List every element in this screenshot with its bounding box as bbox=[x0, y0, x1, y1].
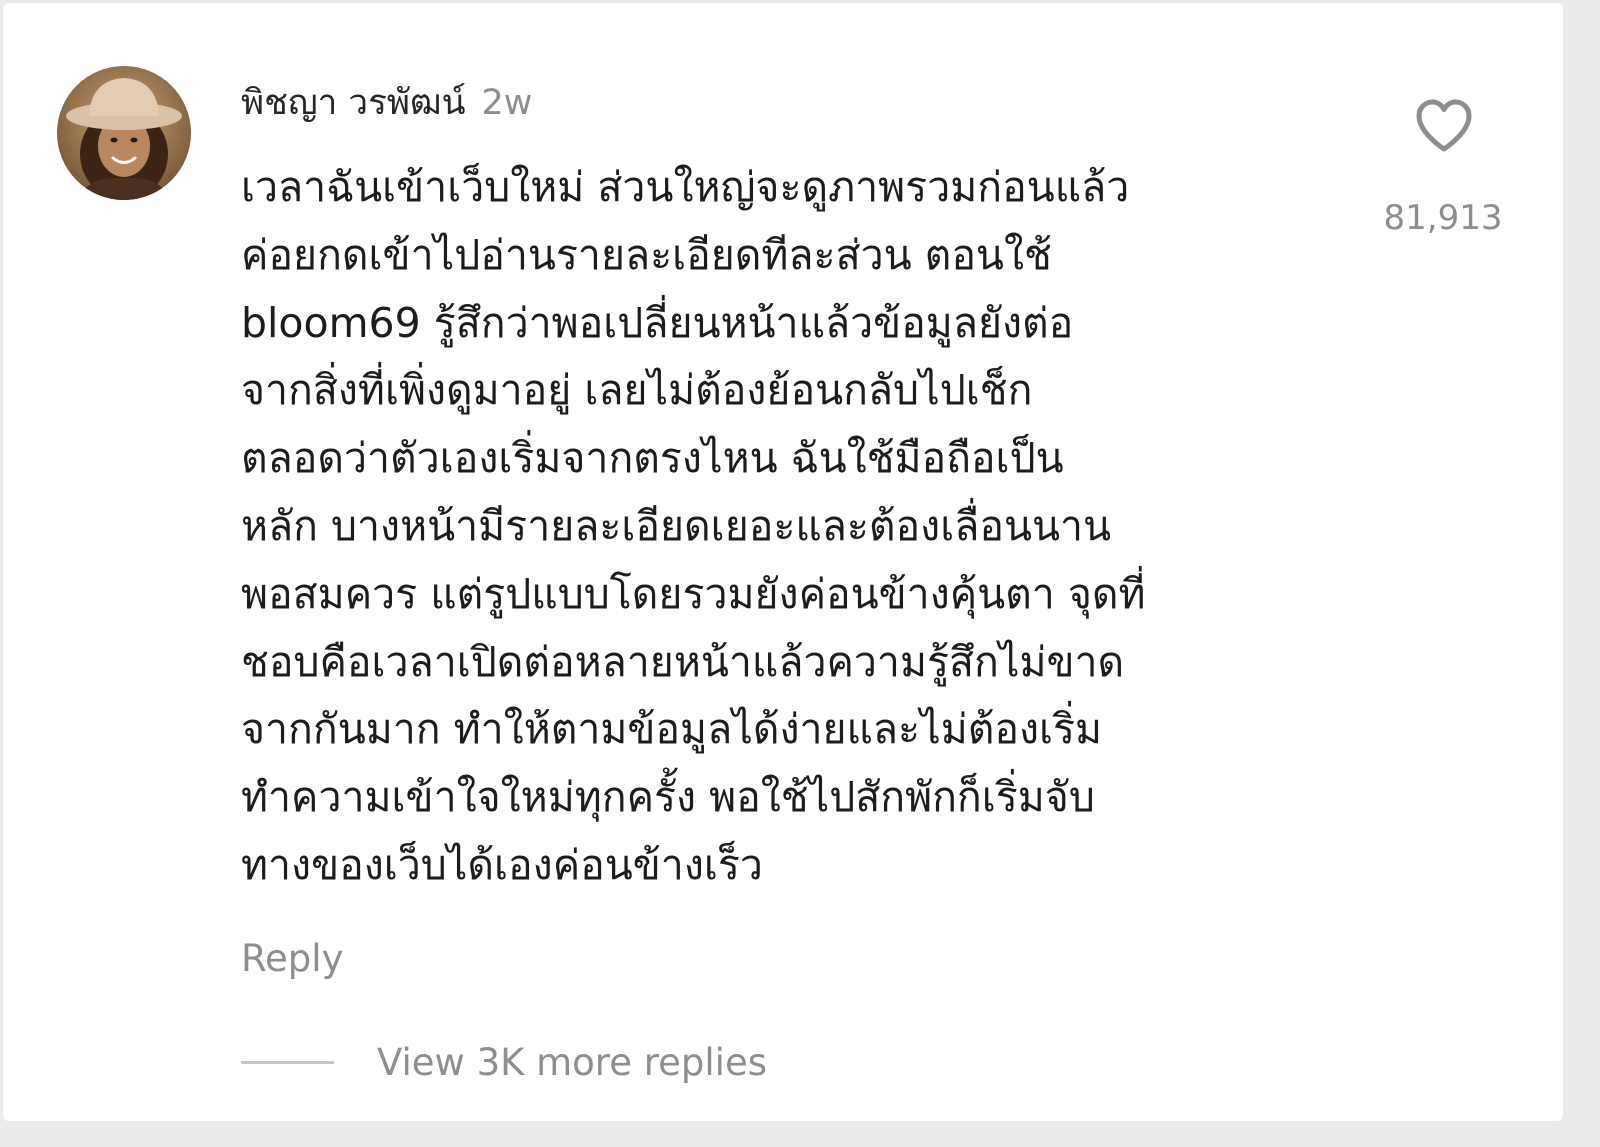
avatar[interactable] bbox=[57, 66, 191, 200]
like-count: 81,913 bbox=[1383, 198, 1503, 238]
username[interactable]: พิชญา วรพัฒน์ bbox=[241, 75, 466, 130]
comment-card: พิชญา วรพัฒน์ 2w เวลาฉันเข้าเว็บใหม่ ส่ว… bbox=[3, 3, 1563, 1121]
heart-outline-icon bbox=[1416, 99, 1472, 152]
avatar-photo bbox=[57, 66, 191, 200]
like-button[interactable] bbox=[1415, 99, 1473, 153]
comment-text: เวลาฉันเข้าเว็บใหม่ ส่วนใหญ่จะดูภาพรวมก่… bbox=[241, 163, 1146, 889]
view-replies-label: View 3K more replies bbox=[377, 1041, 767, 1084]
replies-divider bbox=[241, 1061, 334, 1064]
timestamp: 2w bbox=[481, 83, 533, 123]
comment-header: พิชญา วรพัฒน์ 2w bbox=[241, 75, 532, 127]
view-replies-button[interactable]: View 3K more replies bbox=[241, 1041, 767, 1084]
reply-button[interactable]: Reply bbox=[241, 937, 343, 980]
